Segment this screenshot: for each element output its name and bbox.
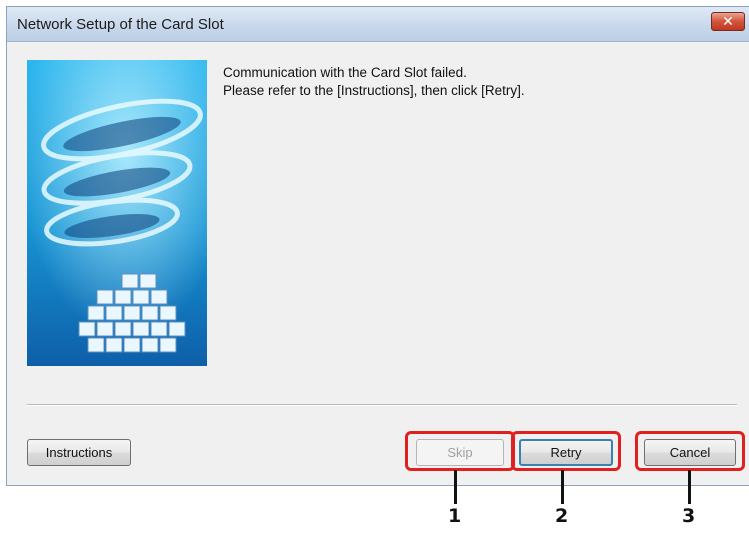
window-title: Network Setup of the Card Slot: [17, 16, 224, 33]
dialog-content: Communication with the Card Slot failed.…: [7, 42, 749, 485]
cancel-button[interactable]: Cancel: [644, 439, 736, 466]
instructions-button[interactable]: Instructions: [27, 439, 131, 466]
banner-artwork: [27, 60, 207, 366]
callout-line-3: [688, 470, 691, 504]
status-message: Communication with the Card Slot failed.…: [223, 64, 525, 100]
close-icon: ✕: [722, 13, 734, 29]
title-bar[interactable]: Network Setup of the Card Slot ✕: [7, 7, 749, 42]
callout-line-1: [454, 470, 457, 504]
message-line-1: Communication with the Card Slot failed.: [223, 65, 467, 80]
footer-separator: [27, 404, 737, 406]
callout-line-2: [561, 470, 564, 504]
skip-button[interactable]: Skip: [416, 439, 504, 466]
setup-banner-image: [27, 60, 207, 366]
callout-number-3: 3: [682, 505, 696, 527]
close-button[interactable]: ✕: [711, 12, 745, 31]
message-line-2: Please refer to the [Instructions], then…: [223, 83, 525, 98]
retry-button[interactable]: Retry: [519, 439, 613, 466]
callout-number-1: 1: [448, 505, 462, 527]
callout-number-2: 2: [555, 505, 569, 527]
dialog-window: Network Setup of the Card Slot ✕ Communi…: [6, 6, 749, 486]
